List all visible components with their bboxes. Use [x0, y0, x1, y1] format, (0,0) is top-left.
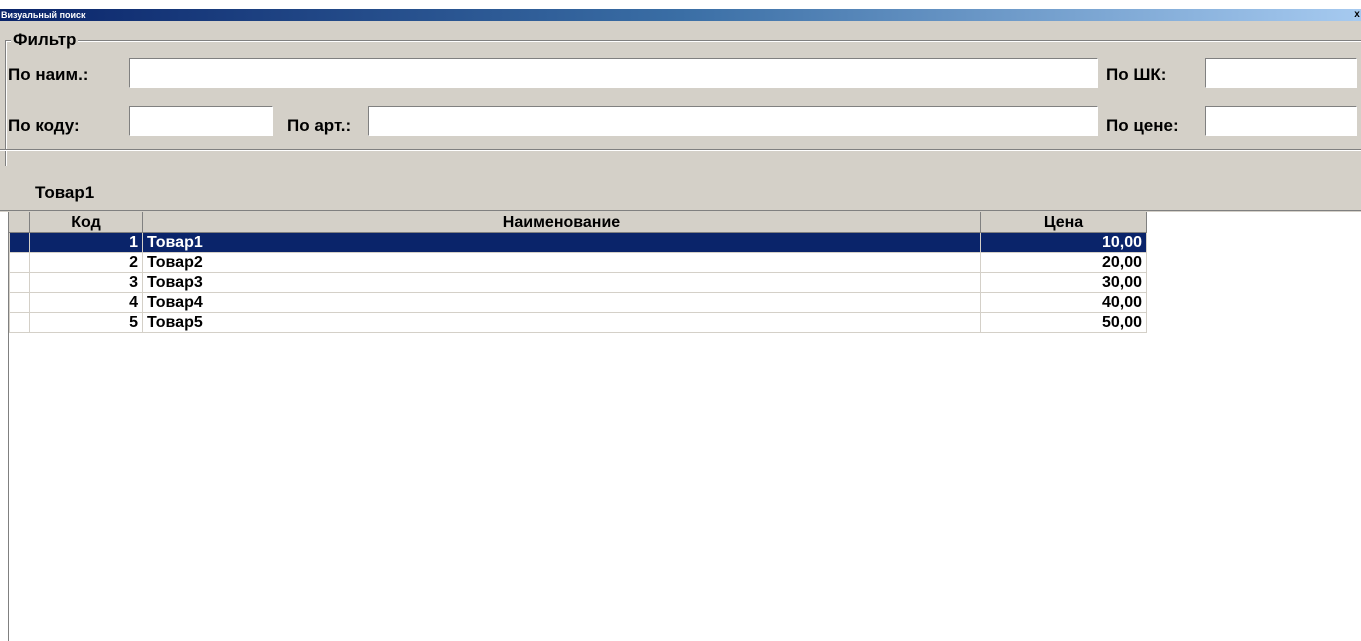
price-filter-input[interactable] — [1205, 106, 1357, 136]
current-item-label: Товар1 — [35, 183, 95, 202]
barcode-filter-label: По ШК: — [1106, 65, 1167, 84]
cell-price[interactable]: 40,00 — [980, 292, 1147, 313]
column-header-name[interactable]: Наименование — [142, 212, 981, 233]
row-indicator — [9, 272, 30, 293]
cell-name[interactable]: Товар3 — [142, 272, 981, 293]
cell-price[interactable]: 20,00 — [980, 252, 1147, 273]
window-title: Визуальный поиск — [1, 10, 86, 20]
row-indicator — [9, 292, 30, 313]
filter-panel: Фильтр По наим.: По ШК: По коду: По арт.… — [0, 21, 1361, 212]
cell-name[interactable]: Товар1 — [142, 232, 981, 253]
row-indicator-header — [9, 212, 30, 233]
row-indicator — [9, 312, 30, 333]
cell-name[interactable]: Товар2 — [142, 252, 981, 273]
table-row[interactable]: 2 Товар2 20,00 — [9, 252, 1147, 273]
cell-code[interactable]: 1 — [29, 232, 143, 253]
panel-bottom-border — [0, 210, 1361, 211]
cell-code[interactable]: 5 — [29, 312, 143, 333]
code-filter-input[interactable] — [129, 106, 273, 136]
cell-code[interactable]: 2 — [29, 252, 143, 273]
row-indicator — [9, 252, 30, 273]
cell-code[interactable]: 4 — [29, 292, 143, 313]
panel-divider — [0, 149, 1361, 151]
column-header-code[interactable]: Код — [29, 212, 143, 233]
table-row[interactable]: 3 Товар3 30,00 — [9, 272, 1147, 293]
items-grid[interactable]: Код Наименование Цена 1 Товар1 10,00 2 Т… — [9, 212, 1147, 333]
barcode-filter-input[interactable] — [1205, 58, 1357, 88]
row-indicator — [9, 232, 30, 253]
cell-price[interactable]: 10,00 — [980, 232, 1147, 253]
filter-title: Фильтр — [11, 30, 79, 50]
table-row-selected[interactable]: 1 Товар1 10,00 — [9, 232, 1147, 253]
cell-price[interactable]: 50,00 — [980, 312, 1147, 333]
close-icon[interactable]: x — [1353, 9, 1361, 21]
code-filter-label: По коду: — [8, 116, 80, 135]
article-filter-label: По арт.: — [287, 116, 352, 135]
window-titlebar: Визуальный поиск x — [0, 9, 1361, 21]
column-header-price[interactable]: Цена — [980, 212, 1147, 233]
grid-header-row: Код Наименование Цена — [9, 212, 1147, 233]
article-filter-input[interactable] — [368, 106, 1098, 136]
cell-price[interactable]: 30,00 — [980, 272, 1147, 293]
cell-name[interactable]: Товар5 — [142, 312, 981, 333]
table-row[interactable]: 4 Товар4 40,00 — [9, 292, 1147, 313]
cell-code[interactable]: 3 — [29, 272, 143, 293]
name-filter-input[interactable] — [129, 58, 1098, 88]
cell-name[interactable]: Товар4 — [142, 292, 981, 313]
price-filter-label: По цене: — [1106, 116, 1179, 135]
name-filter-label: По наим.: — [8, 65, 89, 84]
table-row[interactable]: 5 Товар5 50,00 — [9, 312, 1147, 333]
